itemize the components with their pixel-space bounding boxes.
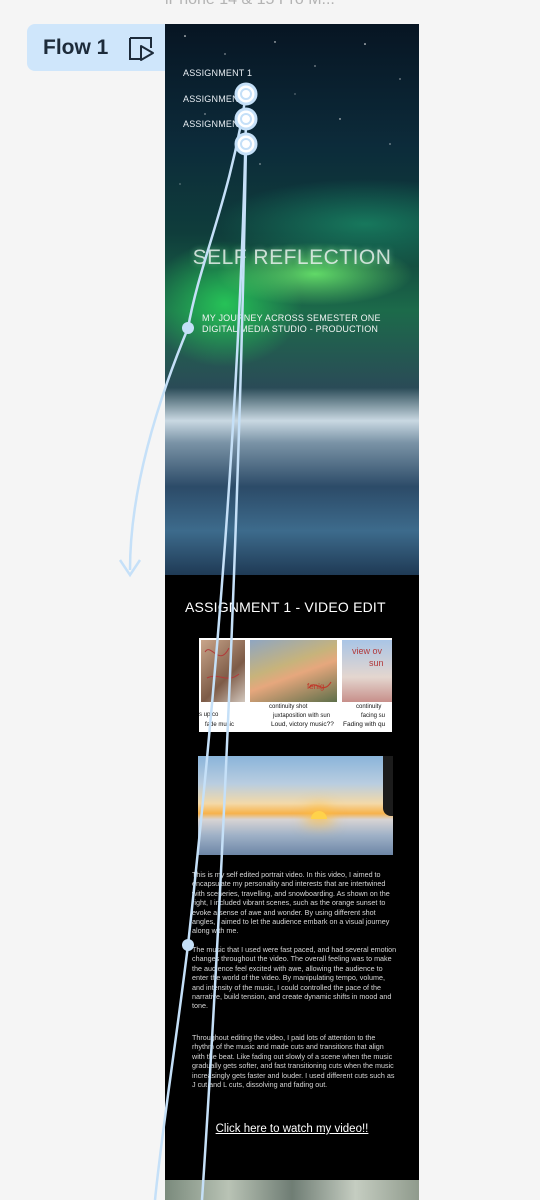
storyboard-sound-2: Loud, victory music?? [271,721,334,728]
flow-label: Flow 1 [43,35,109,59]
next-section-image [165,1180,419,1200]
hero-subtitle-line2: DIGITAL MEDIA STUDIO - PRODUCTION [202,324,379,334]
storyboard-shot-3: continuity [356,704,382,710]
paragraph-music: The music that I used were fast paced, a… [192,945,397,1011]
paragraph-editing: Throughout editing the video, I paid lot… [192,1033,395,1090]
silhouette-decoration [383,756,393,816]
assignment-heading: ASSIGNMENT 1 - VIDEO EDIT [185,599,386,615]
frame-title[interactable]: iPhone 14 & 15 Pro M... [165,0,425,9]
flow-start-chip[interactable]: Flow 1 [27,24,167,71]
storyboard-action-2: juxtaposition with sun [273,713,331,719]
flow-arrow-icon [118,559,142,578]
hero-subtitle-line1: MY JOURNEY ACROSS SEMESTER ONE [202,313,381,323]
paragraph-intro: This is my self edited portrait video. I… [192,870,390,936]
play-frame-icon[interactable] [127,34,155,67]
nav-link-assignment-2[interactable]: ASSIGNMENT [183,94,245,104]
handwriting-note-3: sun [369,658,384,668]
storyboard-action-3: facing su [361,713,386,719]
storyboard-image: fenig view ov sun s up co fade music con… [199,638,392,732]
watch-video-link[interactable]: Click here to watch my video!! [165,1123,419,1135]
phone-frame: ASSIGNMENT 1 ASSIGNMENT ASSIGNMENT SELF … [165,24,419,1200]
storyboard-sound-1: s up co [199,712,219,718]
hero-title: SELF REFLECTION [192,246,392,269]
handwriting-note-1: fenig [307,682,325,691]
nav-link-assignment-3[interactable]: ASSIGNMENT [183,119,245,129]
nav-link-assignment-1[interactable]: ASSIGNMENT 1 [183,68,252,78]
sun-decoration [311,811,327,819]
handwriting-note-2: view ov [352,646,383,656]
storyboard-shot-2: continuity shot [269,704,308,710]
hero-aurora-image: ASSIGNMENT 1 ASSIGNMENT ASSIGNMENT SELF … [165,24,419,575]
sunset-image [198,756,393,855]
storyboard-sound-3: Fading with qu [343,721,386,728]
storyboard-sound-1b: fade music [205,722,235,728]
